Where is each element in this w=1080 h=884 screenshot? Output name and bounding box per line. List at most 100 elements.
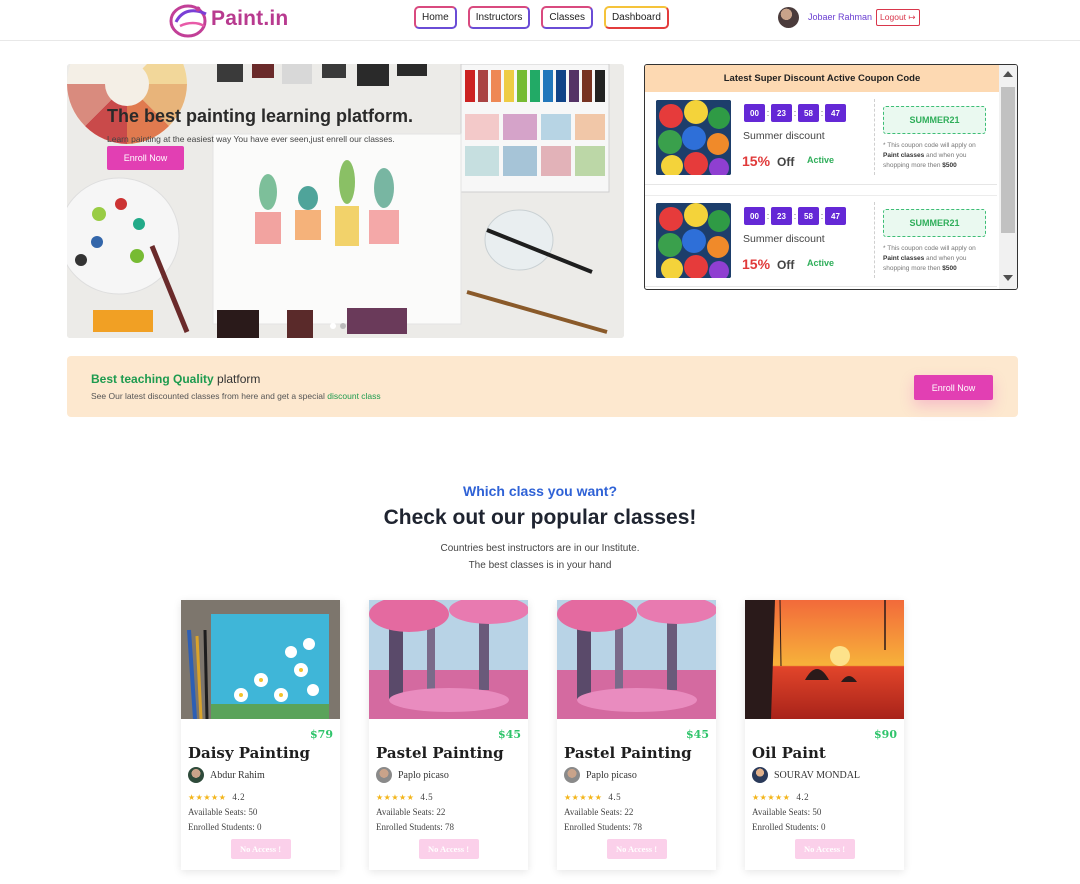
coupon-note: * This coupon code will apply on Paint c… <box>883 245 976 272</box>
countdown-hours: 23 <box>771 207 792 225</box>
star-icon: ★★★★★ <box>752 792 791 802</box>
promo-enroll-button[interactable]: Enroll Now <box>914 375 993 400</box>
class-title: Daisy Painting <box>188 744 311 762</box>
instructor-avatar <box>376 767 392 783</box>
rating-stars: ★★★★★ 4.2 <box>188 792 246 802</box>
countdown-days: 00 <box>744 207 765 225</box>
promo-banner: Best teaching Quality platform See Our l… <box>67 356 1018 417</box>
daisy-painting-image <box>181 600 340 719</box>
nav-home[interactable]: Home <box>414 6 457 29</box>
coupon-code[interactable]: SUMMER21 <box>883 106 986 134</box>
coupon-scrollbar[interactable] <box>999 65 1017 289</box>
class-card: $45 Pastel Painting Paplo picaso ★★★★★ 4.… <box>557 600 716 870</box>
instructor-avatar <box>188 767 204 783</box>
coupon-title: Summer discount <box>743 233 825 245</box>
nav-dashboard[interactable]: Dashboard <box>603 6 669 29</box>
instructor-avatar <box>564 767 580 783</box>
logout-button[interactable]: Logout ↦ <box>876 8 920 26</box>
avatar[interactable] <box>778 6 799 28</box>
class-card: $79 Daisy Painting Abdur Rahim ★★★★★ 4.2 … <box>181 600 340 870</box>
coupon-code[interactable]: SUMMER21 <box>883 209 986 237</box>
star-icon: ★★★★★ <box>188 792 227 802</box>
user-name: Jobaer Rahman <box>808 12 873 22</box>
coupon-panel-title: Latest Super Discount Active Coupon Code <box>645 65 999 92</box>
promo-title: Best teaching Quality platform <box>91 372 261 386</box>
countdown-days: 00 <box>744 104 765 122</box>
class-meta: Available Seats: 22 Enrolled Students: 7… <box>376 807 454 832</box>
oil-painting-image <box>745 600 904 719</box>
coupon-off: Off <box>777 155 795 169</box>
countdown-timer: 00: 23: 58: 47 <box>744 207 846 225</box>
class-card: $45 Pastel Painting Paplo picaso ★★★★★ 4.… <box>369 600 528 870</box>
coupon-divider <box>874 99 875 175</box>
hero-banner: The best painting learning platform. Lea… <box>67 64 624 338</box>
promo-subtitle: See Our latest discounted classes from h… <box>91 391 381 401</box>
class-title: Pastel Painting <box>376 744 504 762</box>
nav-instructors[interactable]: Instructors <box>467 6 531 29</box>
class-price: $79 <box>310 728 333 741</box>
palette-logo-icon <box>169 4 207 38</box>
top-navbar: Paint.in Home Instructors Classes Dashbo… <box>0 0 1080 41</box>
class-price: $45 <box>498 728 521 741</box>
class-instructor: Paplo picaso <box>564 767 637 783</box>
coupon-off: Off <box>777 258 795 272</box>
rating-stars: ★★★★★ 4.2 <box>752 792 810 802</box>
class-card: $90 Oil Paint SOURAV MONDAL ★★★★★ 4.2 Ava… <box>745 600 904 870</box>
coupon-title: Summer discount <box>743 130 825 142</box>
instructor-avatar <box>752 767 768 783</box>
hero-subtitle: Learn painting at the easiest way You ha… <box>107 134 395 144</box>
coupon-percent: 15% <box>742 256 771 272</box>
brand-name: Paint.in <box>211 7 289 30</box>
countdown-seconds: 47 <box>825 207 846 225</box>
user-area: Jobaer Rahman Logout ↦ <box>778 6 920 28</box>
section-subtitle: Countries best instructors are in our In… <box>440 543 640 571</box>
class-instructor: Paplo picaso <box>376 767 449 783</box>
coupon-card: 00: 23: 58: 47 Summer discount 15% Off A… <box>645 93 997 185</box>
class-price: $90 <box>874 728 897 741</box>
star-icon: ★★★★★ <box>376 792 415 802</box>
scroll-up-icon[interactable] <box>1003 71 1013 77</box>
scroll-down-icon[interactable] <box>1003 275 1013 281</box>
discount-class-link[interactable]: discount class <box>327 391 380 401</box>
coupon-note: * This coupon code will apply on Paint c… <box>883 142 976 169</box>
no-access-button[interactable]: No Access ! <box>418 839 479 859</box>
class-price: $45 <box>686 728 709 741</box>
logout-icon: ↦ <box>908 11 916 22</box>
section-kicker: Which class you want? <box>462 483 618 499</box>
no-access-button[interactable]: No Access ! <box>794 839 855 859</box>
class-instructor: SOURAV MONDAL <box>752 767 860 783</box>
countdown-hours: 23 <box>771 104 792 122</box>
hero-title: The best painting learning platform. <box>107 106 414 126</box>
class-meta: Available Seats: 50 Enrolled Students: 0 <box>752 807 826 832</box>
coupon-percent: 15% <box>742 153 771 169</box>
paint-jars-image <box>656 203 731 278</box>
countdown-minutes: 58 <box>798 207 819 225</box>
coupon-status: Active <box>807 258 835 268</box>
scroll-thumb[interactable] <box>1001 87 1015 233</box>
coupon-card: 00: 23: 58: 47 Summer discount 15% Off A… <box>645 195 997 287</box>
paint-jars-image <box>656 100 731 175</box>
class-meta: Available Seats: 22 Enrolled Students: 7… <box>564 807 642 832</box>
no-access-button[interactable]: No Access ! <box>230 839 291 859</box>
nav-classes[interactable]: Classes <box>541 6 593 29</box>
coupon-divider <box>874 202 875 278</box>
hero-enroll-button[interactable]: Enroll Now <box>107 146 184 170</box>
rating-stars: ★★★★★ 4.5 <box>376 792 434 802</box>
countdown-seconds: 47 <box>825 104 846 122</box>
logout-label: Logout <box>880 11 907 22</box>
class-title: Oil Paint <box>752 744 826 762</box>
coupon-status: Active <box>807 155 835 165</box>
pastel-painting-image <box>369 600 528 719</box>
class-meta: Available Seats: 50 Enrolled Students: 0 <box>188 807 262 832</box>
section-title: Check out our popular classes! <box>383 506 697 529</box>
brand-logo[interactable]: Paint.in <box>168 0 288 38</box>
nav-links: Home Instructors Classes Dashboard <box>414 6 680 29</box>
pastel-painting-image <box>557 600 716 719</box>
no-access-button[interactable]: No Access ! <box>606 839 667 859</box>
class-title: Pastel Painting <box>564 744 692 762</box>
coupon-panel: Latest Super Discount Active Coupon Code… <box>644 64 1018 290</box>
class-instructor: Abdur Rahim <box>188 767 265 783</box>
countdown-timer: 00: 23: 58: 47 <box>744 104 846 122</box>
countdown-minutes: 58 <box>798 104 819 122</box>
rating-stars: ★★★★★ 4.5 <box>564 792 622 802</box>
